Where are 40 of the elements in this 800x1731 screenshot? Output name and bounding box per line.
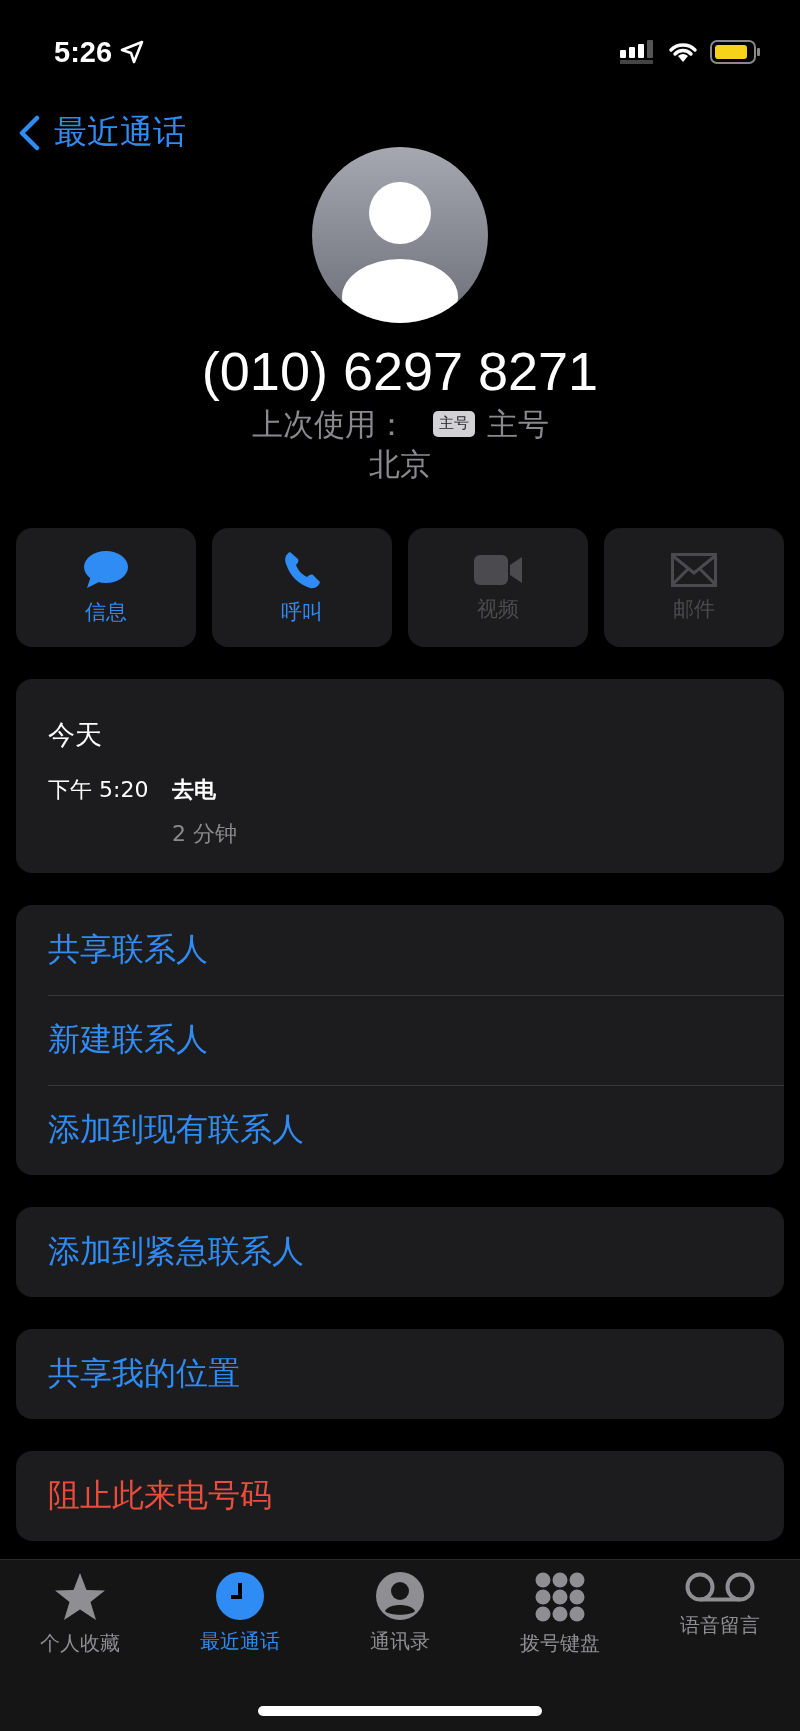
call-type: 去电 [172, 776, 216, 805]
call-action-button[interactable]: 呼叫 [212, 528, 392, 648]
option-item[interactable]: 阻止此来电号码 [16, 1451, 784, 1542]
wifi-icon [668, 41, 698, 63]
signal-icon [620, 40, 656, 64]
message-action-button[interactable]: 信息 [16, 528, 196, 648]
location-arrow-icon [120, 40, 145, 64]
clock-icon [216, 1572, 264, 1620]
history-date: 今天 [48, 718, 103, 753]
call-time: 下午 5:20 [48, 776, 150, 805]
video-camera-icon [474, 552, 522, 587]
tab-item[interactable]: 语音留言 [640, 1560, 800, 1639]
status-time: 5:26 [54, 35, 113, 69]
phone-number: (010) 6297 8271 [201, 340, 599, 403]
person-circle-icon [376, 1572, 424, 1620]
line-badge: 主号 [432, 411, 475, 437]
option-item[interactable]: 共享我的位置 [16, 1329, 784, 1420]
location-text: 北京 [369, 445, 431, 485]
envelope-icon [671, 552, 717, 587]
option-item[interactable]: 新建联系人 [16, 995, 784, 1086]
last-used-label: 上次使用： [251, 404, 407, 444]
tab-item[interactable]: 个人收藏 [0, 1560, 160, 1657]
line-name: 主号 [486, 404, 549, 444]
call-duration: 2 分钟 [172, 820, 238, 849]
avatar-icon [312, 147, 488, 323]
chevron-left-icon [18, 114, 40, 151]
option-item[interactable]: 添加到现有联系人 [16, 1085, 784, 1176]
back-label[interactable]: 最近通话 [54, 110, 186, 155]
battery-icon [710, 40, 760, 64]
tab-item[interactable]: 拨号键盘 [480, 1560, 640, 1657]
option-item[interactable]: 添加到紧急联系人 [16, 1207, 784, 1298]
back-button[interactable]: 最近通话 [18, 110, 186, 155]
tab-item[interactable]: 通讯录 [320, 1560, 480, 1655]
phone-icon [282, 549, 322, 590]
option-item[interactable]: 共享联系人 [16, 905, 784, 996]
speech-bubble-icon [83, 549, 129, 590]
voicemail-icon [685, 1572, 755, 1604]
keypad-icon [535, 1572, 585, 1622]
tab-item[interactable]: 最近通话 [160, 1560, 320, 1655]
star-icon [54, 1572, 106, 1622]
